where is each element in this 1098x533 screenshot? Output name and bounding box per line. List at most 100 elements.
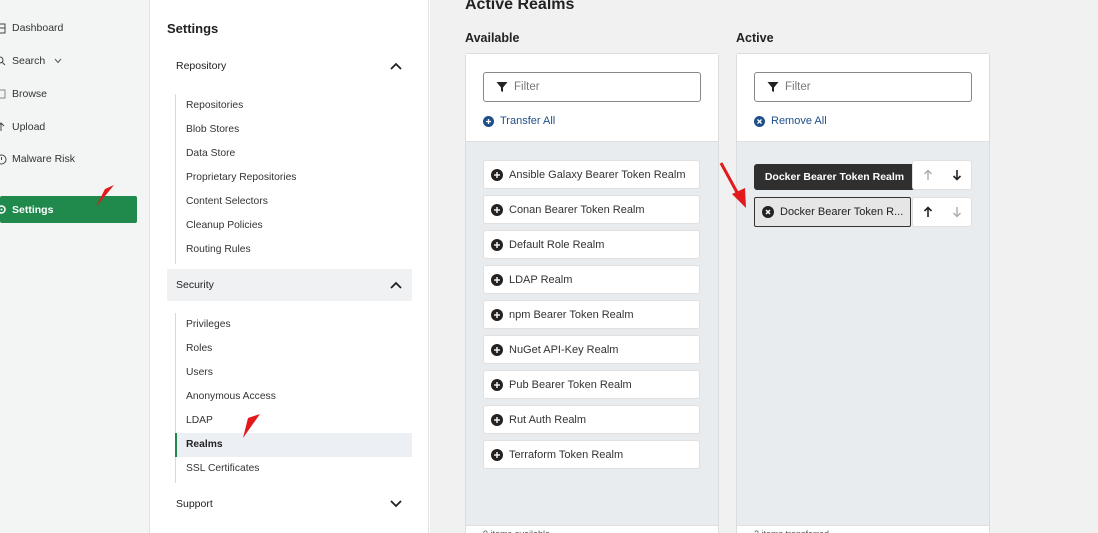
available-footer: 9 items available xyxy=(466,525,718,533)
group-support-header[interactable]: Support xyxy=(167,488,412,520)
available-column: Filter Transfer All Ansible Galaxy Beare… xyxy=(465,53,719,533)
realm-label: Ansible Galaxy Bearer Token Realm xyxy=(509,168,686,181)
group-security-label: Security xyxy=(176,279,214,291)
nav-malware-risk[interactable]: Malware Risk xyxy=(0,148,75,170)
sub-item-anonymous-access[interactable]: Anonymous Access xyxy=(186,390,276,404)
remove-all-button[interactable]: Remove All xyxy=(754,115,827,127)
realm-label: Conan Bearer Token Realm xyxy=(509,203,645,216)
sub-item-repositories[interactable]: Repositories xyxy=(186,99,243,113)
arrow-down-icon[interactable] xyxy=(949,204,965,220)
available-realm-item[interactable]: LDAP Realm xyxy=(483,265,700,294)
sub-item-content-selectors[interactable]: Content Selectors xyxy=(186,195,268,209)
available-realm-item[interactable]: NuGet API-Key Realm xyxy=(483,335,700,364)
plus-circle-icon xyxy=(491,413,503,426)
group-support-label: Support xyxy=(176,498,213,510)
nav-browse[interactable]: Browse xyxy=(0,83,47,105)
left-navigation: Dashboard Search Browse Upload Malware R… xyxy=(0,0,150,533)
sub-item-users[interactable]: Users xyxy=(186,366,213,380)
plus-circle-icon xyxy=(491,238,503,251)
sub-item-realms[interactable]: Realms xyxy=(186,438,223,452)
search-icon xyxy=(0,54,8,68)
active-label: Active xyxy=(736,31,774,45)
repository-rail xyxy=(175,94,176,264)
available-label: Available xyxy=(465,31,520,45)
available-header: Filter Transfer All xyxy=(466,54,718,142)
active-realm-label: Docker Bearer Token R... xyxy=(780,206,904,218)
chevron-down-icon xyxy=(389,497,403,511)
group-security-header[interactable]: Security xyxy=(167,269,412,301)
available-filter-placeholder: Filter xyxy=(514,81,540,93)
remove-all-label: Remove All xyxy=(771,115,827,127)
settings-panel: Settings Repository Repositories Blob St… xyxy=(151,0,429,533)
transfer-all-label: Transfer All xyxy=(500,115,556,127)
sub-item-ssl-certificates[interactable]: SSL Certificates xyxy=(186,462,259,476)
group-repository-header[interactable]: Repository xyxy=(167,50,412,82)
realm-label: Terraform Token Realm xyxy=(509,448,624,461)
annotation-arrow-icon xyxy=(719,162,746,208)
plus-circle-icon xyxy=(491,273,503,286)
malware-risk-icon xyxy=(0,152,8,166)
realm-label: Rut Auth Realm xyxy=(509,413,587,426)
active-item-arrows xyxy=(912,197,972,227)
available-realm-item[interactable]: Pub Bearer Token Realm xyxy=(483,370,700,399)
available-realm-item[interactable]: Ansible Galaxy Bearer Token Realm xyxy=(483,160,700,189)
main-content: Active Realms Available Active Filter Tr… xyxy=(430,0,1098,533)
filter-icon xyxy=(767,81,779,93)
annotation-arrow-icon xyxy=(243,414,260,438)
nav-settings-label: Settings xyxy=(12,203,54,216)
active-header: Filter Remove All xyxy=(737,54,989,142)
sub-item-data-store[interactable]: Data Store xyxy=(186,147,235,161)
plus-circle-icon xyxy=(491,203,503,216)
nav-upload[interactable]: Upload xyxy=(0,116,45,138)
arrow-up-icon[interactable] xyxy=(920,167,936,183)
active-filter-input[interactable]: Filter xyxy=(754,72,972,102)
page-title: Active Realms xyxy=(465,0,575,13)
available-realm-item[interactable]: npm Bearer Token Realm xyxy=(483,300,700,329)
nav-upload-label: Upload xyxy=(12,121,46,133)
realm-tooltip: Docker Bearer Token Realm xyxy=(754,164,915,190)
nav-search[interactable]: Search xyxy=(0,50,62,72)
security-rail xyxy=(175,313,176,483)
browse-icon xyxy=(0,87,8,101)
plus-circle-icon xyxy=(491,308,503,321)
nav-malware-risk-label: Malware Risk xyxy=(12,153,76,165)
available-realm-item[interactable]: Default Role Realm xyxy=(483,230,700,259)
chevron-up-icon xyxy=(389,278,403,292)
arrow-down-icon[interactable] xyxy=(949,167,965,183)
available-realm-item[interactable]: Rut Auth Realm xyxy=(483,405,700,434)
active-filter-placeholder: Filter xyxy=(785,81,811,93)
filter-icon xyxy=(496,81,508,93)
sub-item-roles[interactable]: Roles xyxy=(186,342,212,356)
sub-item-cleanup-policies[interactable]: Cleanup Policies xyxy=(186,219,263,233)
realm-label: Pub Bearer Token Realm xyxy=(509,378,632,391)
sub-item-ldap[interactable]: LDAP xyxy=(186,414,213,428)
realm-label: npm Bearer Token Realm xyxy=(509,308,634,321)
settings-title: Settings xyxy=(167,21,219,36)
available-filter-input[interactable]: Filter xyxy=(483,72,701,102)
gear-icon xyxy=(0,204,8,215)
sub-item-routing-rules[interactable]: Routing Rules xyxy=(186,243,251,257)
arrow-up-icon[interactable] xyxy=(920,204,936,220)
chevron-down-icon[interactable] xyxy=(54,58,62,64)
transfer-all-button[interactable]: Transfer All xyxy=(483,115,555,127)
annotation-arrow-icon xyxy=(96,185,114,207)
upload-icon xyxy=(0,120,8,134)
active-column: Filter Remove All Docker Bearer Token Re… xyxy=(736,53,990,533)
group-repository-label: Repository xyxy=(176,60,227,72)
sub-item-privileges[interactable]: Privileges xyxy=(186,318,231,332)
active-footer: 2 items transferred xyxy=(737,525,989,533)
dashboard-icon xyxy=(0,21,8,35)
plus-circle-icon xyxy=(491,168,503,181)
active-realm-item[interactable]: Docker Bearer Token R... xyxy=(754,197,911,227)
sub-item-blob-stores[interactable]: Blob Stores xyxy=(186,123,239,137)
realm-label: NuGet API-Key Realm xyxy=(509,343,619,356)
sub-item-proprietary-repositories[interactable]: Proprietary Repositories xyxy=(186,171,296,185)
plus-circle-icon xyxy=(491,448,503,461)
close-circle-icon[interactable] xyxy=(762,206,774,218)
chevron-up-icon xyxy=(389,59,403,73)
available-realm-item[interactable]: Conan Bearer Token Realm xyxy=(483,195,700,224)
realm-label: Default Role Realm xyxy=(509,238,605,251)
nav-search-label: Search xyxy=(12,55,46,67)
available-realm-item[interactable]: Terraform Token Realm xyxy=(483,440,700,469)
nav-dashboard[interactable]: Dashboard xyxy=(0,17,63,39)
